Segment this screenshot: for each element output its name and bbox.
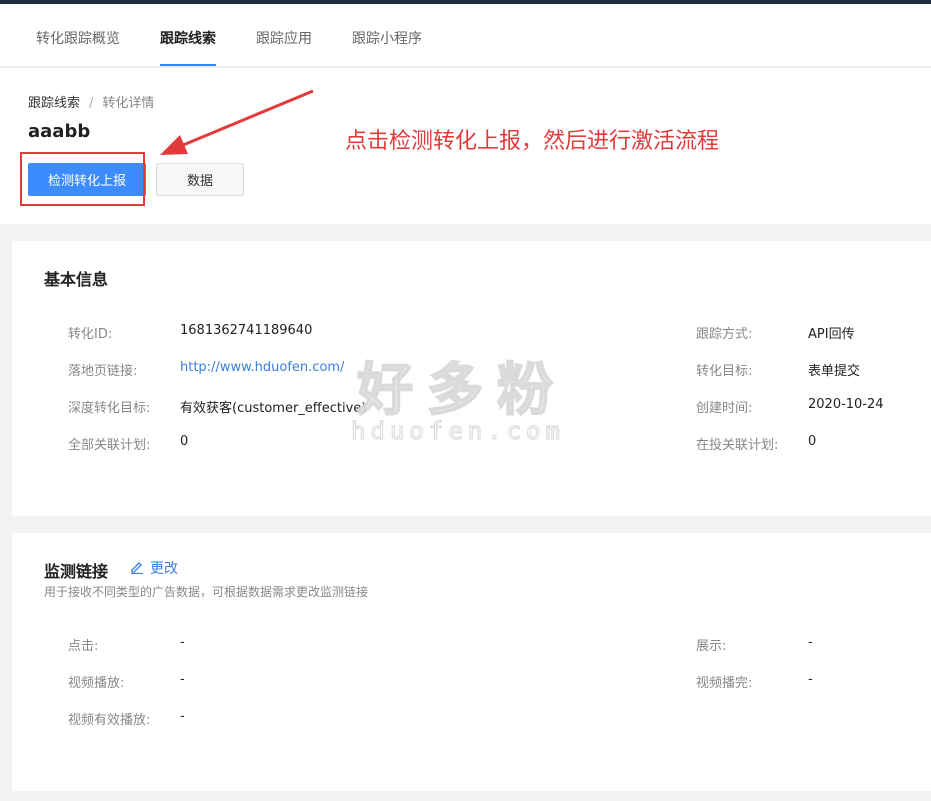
monitor-link-card: 监测链接 更改 用于接收不同类型的广告数据，可根据数据需求更改监测链接 点击: … <box>12 533 931 791</box>
monitor-link-title: 监测链接 <box>44 562 109 581</box>
video-complete-value: - <box>808 672 813 687</box>
annotation-arrow-icon <box>160 89 314 155</box>
monitor-link-subtitle: 用于接收不同类型的广告数据，可根据数据需求更改监测链接 <box>44 585 369 599</box>
tab-conversion-overview[interactable]: 转化跟踪概览 <box>36 4 120 66</box>
breadcrumb-separator: / <box>89 96 94 111</box>
click-label: 点击: <box>68 639 99 654</box>
edit-monitor-link-button[interactable]: 更改 <box>130 558 178 578</box>
tab-track-miniprogram[interactable]: 跟踪小程序 <box>352 4 422 66</box>
deep-conversion-label: 深度转化目标: <box>68 401 151 416</box>
page-title: aaabb <box>28 121 91 142</box>
pencil-icon <box>131 562 143 575</box>
tab-track-apps[interactable]: 跟踪应用 <box>256 4 312 66</box>
impression-label: 展示: <box>696 639 727 654</box>
all-linked-plans-value: 0 <box>180 434 189 449</box>
deep-conversion-value: 有效获客(customer_effective) <box>180 401 367 416</box>
basic-info-card: 基本信息 转化ID: 1681362741189640 落地页链接: http:… <box>12 241 931 516</box>
tab-bar: 转化跟踪概览 跟踪线索 跟踪应用 跟踪小程序 <box>0 4 931 67</box>
conversion-id-value: 1681362741189640 <box>180 323 313 338</box>
detail-header: 跟踪线索 / 转化详情 aaabb 检测转化上报 数据 点击检测转化上报，然后进行激… <box>0 68 931 224</box>
annotation-text: 点击检测转化上报，然后进行激活流程 <box>345 129 720 154</box>
active-linked-plans-value: 0 <box>808 434 817 449</box>
conversion-id-label: 转化ID: <box>68 327 113 342</box>
breadcrumb-current: 转化详情 <box>102 96 155 111</box>
edit-label: 更改 <box>150 561 178 577</box>
tab-track-leads[interactable]: 跟踪线索 <box>160 4 216 66</box>
created-time-value: 2020-10-24 <box>808 397 884 412</box>
video-effective-play-value: - <box>180 709 185 724</box>
video-play-label: 视频播放: <box>68 676 125 691</box>
conversion-goal-value: 表单提交 <box>808 364 861 379</box>
landing-page-label: 落地页链接: <box>68 364 138 379</box>
conversion-goal-label: 转化目标: <box>696 364 753 379</box>
created-time-label: 创建时间: <box>696 401 753 416</box>
detect-conversion-button[interactable]: 检测转化上报 <box>28 163 146 196</box>
breadcrumb: 跟踪线索 / 转化详情 <box>28 92 154 111</box>
video-play-value: - <box>180 672 185 687</box>
impression-value: - <box>808 635 813 650</box>
all-linked-plans-label: 全部关联计划: <box>68 438 151 453</box>
tracking-method-label: 跟踪方式: <box>696 327 753 342</box>
landing-page-link[interactable]: http://www.hduofen.com/ <box>180 360 344 375</box>
basic-info-title: 基本信息 <box>44 270 109 289</box>
click-value: - <box>180 635 185 650</box>
tracking-method-value: API回传 <box>808 327 855 342</box>
active-linked-plans-label: 在投关联计划: <box>696 438 779 453</box>
video-complete-label: 视频播完: <box>696 676 753 691</box>
breadcrumb-parent[interactable]: 跟踪线索 <box>28 96 80 111</box>
video-effective-play-label: 视频有效播放: <box>68 713 151 728</box>
